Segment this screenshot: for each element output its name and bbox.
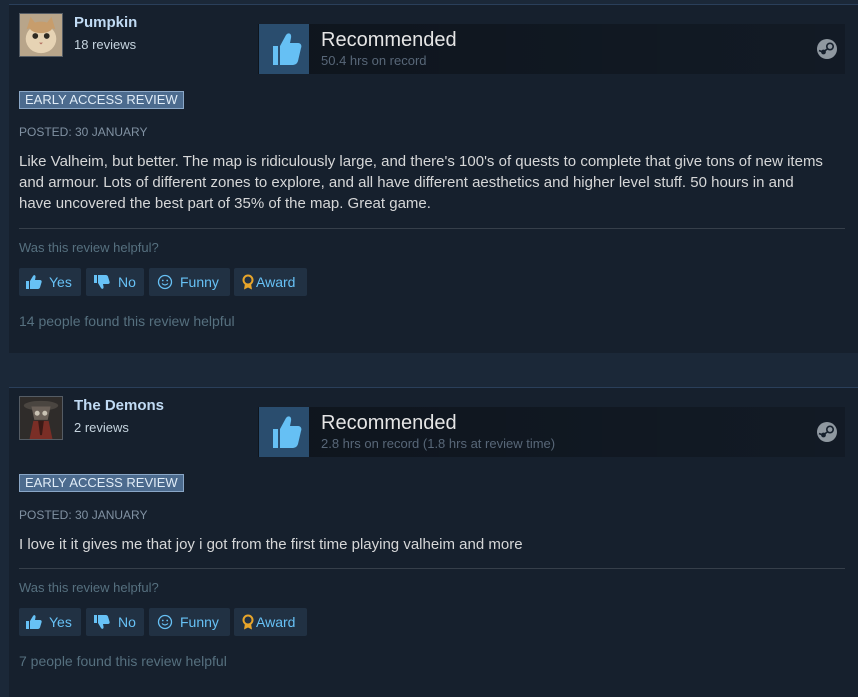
cat-avatar	[20, 14, 62, 56]
found-helpful-count: 14 people found this review helpful	[19, 313, 235, 329]
hours-on-record: 50.4 hrs on record	[321, 53, 427, 68]
yes-label: Yes	[49, 614, 72, 630]
steam-logo-icon[interactable]	[817, 39, 837, 59]
no-button[interactable]: No	[86, 608, 144, 636]
posted-date: POSTED: 30 JANUARY	[19, 125, 148, 139]
funny-button[interactable]: Funny	[149, 268, 230, 296]
award-label: Award	[256, 614, 296, 630]
thumbs-down-icon	[93, 274, 111, 290]
helpful-question: Was this review helpful?	[19, 580, 159, 595]
helpful-question: Was this review helpful?	[19, 240, 159, 255]
award-button[interactable]: Award	[234, 268, 307, 296]
thumbs-up-icon	[25, 274, 43, 290]
steam-logo-icon[interactable]	[817, 422, 837, 442]
early-access-badge: EARLY ACCESS REVIEW	[19, 91, 184, 109]
yes-button[interactable]: Yes	[19, 608, 81, 636]
review-text: I love it it gives me that joy i got fro…	[19, 536, 523, 553]
funny-label: Funny	[180, 274, 219, 290]
author-review-count[interactable]: 18 reviews	[74, 37, 136, 52]
author-review-count[interactable]: 2 reviews	[74, 420, 129, 435]
early-access-badge: EARLY ACCESS REVIEW	[19, 474, 184, 492]
award-label: Award	[256, 274, 296, 290]
smiley-icon	[157, 614, 175, 630]
review-card: Pumpkin 18 reviews Recommended 50.4 hrs …	[9, 4, 858, 353]
vote-verdict[interactable]: Recommended	[321, 29, 457, 52]
yes-button[interactable]: Yes	[19, 268, 81, 296]
avatar[interactable]	[19, 396, 63, 440]
vote-verdict[interactable]: Recommended	[321, 412, 457, 435]
thumbs-down-icon	[93, 614, 111, 630]
review-text: Like Valheim, but better. The map is rid…	[19, 153, 823, 212]
thumbs-up-icon	[259, 407, 309, 457]
divider	[19, 568, 845, 569]
funny-button[interactable]: Funny	[149, 608, 230, 636]
award-button[interactable]: Award	[234, 608, 307, 636]
avatar[interactable]	[19, 13, 63, 57]
divider	[19, 228, 845, 229]
no-label: No	[118, 614, 136, 630]
hours-on-record: 2.8 hrs on record (1.8 hrs at review tim…	[321, 436, 556, 451]
thumbs-up-icon	[259, 24, 309, 74]
author-name[interactable]: The Demons	[74, 397, 164, 414]
vote-header[interactable]: Recommended 50.4 hrs on record	[258, 24, 845, 74]
thumbs-up-icon	[25, 614, 43, 630]
posted-date: POSTED: 30 JANUARY	[19, 508, 148, 522]
vote-header[interactable]: Recommended 2.8 hrs on record (1.8 hrs a…	[258, 407, 845, 457]
yes-label: Yes	[49, 274, 72, 290]
no-label: No	[118, 274, 136, 290]
hooded-figure-avatar	[20, 397, 62, 439]
author-name[interactable]: Pumpkin	[74, 14, 137, 31]
smiley-icon	[157, 274, 175, 290]
found-helpful-count: 7 people found this review helpful	[19, 653, 227, 669]
no-button[interactable]: No	[86, 268, 144, 296]
award-ribbon-icon	[239, 614, 257, 630]
funny-label: Funny	[180, 614, 219, 630]
award-ribbon-icon	[239, 274, 257, 290]
review-card: The Demons 2 reviews Recommended 2.8 hrs…	[9, 387, 858, 697]
